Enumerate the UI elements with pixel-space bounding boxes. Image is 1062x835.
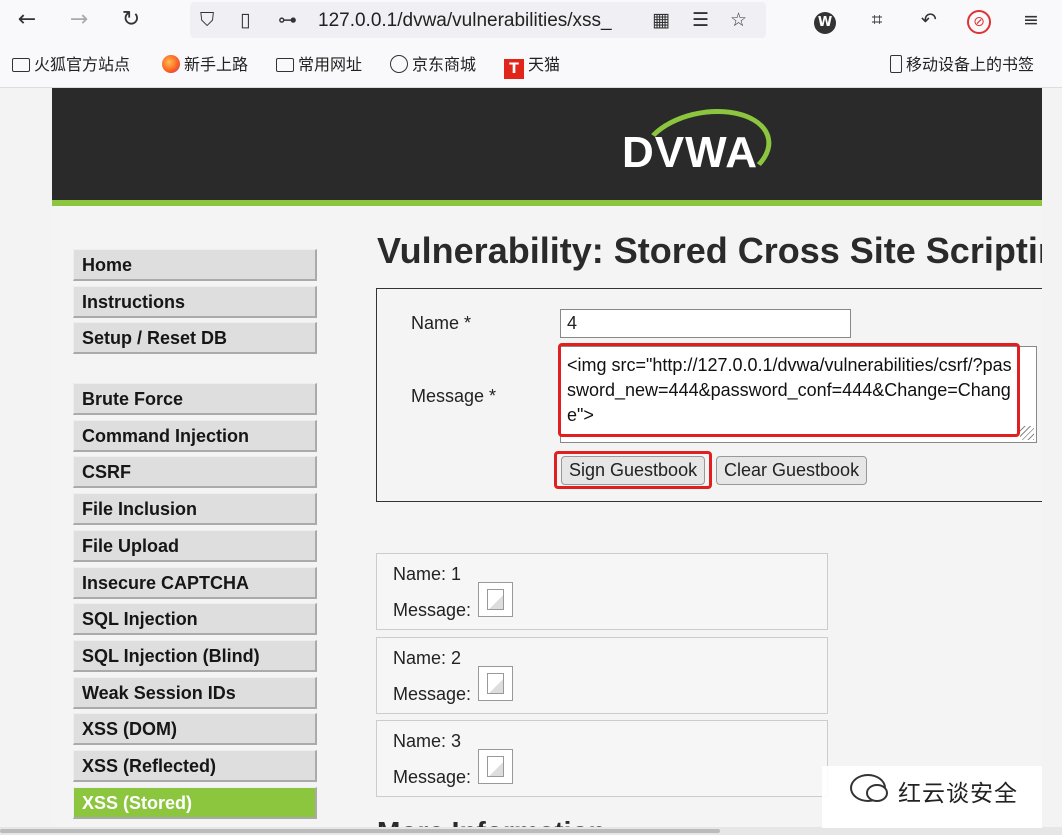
guestbook-entry: Name: 3 Message: (376, 720, 828, 797)
watermark: 红云谈安全 (822, 766, 1042, 828)
menu-item-file-upload[interactable]: File Upload (73, 529, 317, 562)
entry-message: Message: (393, 600, 472, 620)
name-label: Name * (411, 313, 472, 333)
bookmark-tmall[interactable]: T 天猫 (504, 54, 560, 79)
menu-item-xss-dom[interactable]: XSS (DOM) (73, 713, 317, 746)
menu-item-sql-injection-blind[interactable]: SQL Injection (Blind) (73, 639, 317, 672)
menu-item-weak-session-ids[interactable]: Weak Session IDs (73, 676, 317, 709)
entry-message: Message: (393, 767, 472, 787)
dvwa-header: DVWA (52, 88, 1042, 206)
bookmark-common-sites[interactable]: 常用网址 (276, 54, 362, 76)
menu-item-home[interactable]: Home (73, 249, 317, 281)
bookmark-getting-started[interactable]: 新手上路 (162, 54, 248, 76)
menu-item-csrf[interactable]: CSRF (73, 456, 317, 489)
highlight-box-button (554, 451, 712, 489)
tmall-icon: T (504, 59, 524, 79)
menu-item-command-injection[interactable]: Command Injection (73, 419, 317, 452)
menu-group-general: Home Instructions Setup / Reset DB (73, 249, 317, 355)
extension-w-icon[interactable]: W (810, 6, 840, 36)
dvwa-logo: DVWA (618, 99, 778, 201)
horizontal-scrollbar[interactable] (0, 827, 1062, 835)
scroll-thumb[interactable] (0, 829, 720, 833)
broken-image-icon (478, 582, 513, 617)
broken-image-icon (478, 749, 513, 784)
forward-icon[interactable]: → (64, 6, 94, 36)
folder-icon (12, 58, 30, 72)
page-title: Vulnerability: Stored Cross Site Scripti… (377, 230, 1042, 271)
phone-icon (890, 55, 902, 73)
resize-handle[interactable] (1020, 426, 1034, 440)
menu-item-insecure-captcha[interactable]: Insecure CAPTCHA (73, 566, 317, 599)
menu-icon[interactable]: ≡ (1016, 6, 1046, 36)
reload-icon[interactable]: ↻ (116, 6, 146, 36)
guestbook-entry: Name: 1 Message: (376, 553, 828, 630)
highlight-box-message (558, 343, 1020, 437)
guestbook-entry: Name: 2 Message: (376, 637, 828, 714)
browser-toolbar: ← → ↻ ⛉ ▯ ⊶ 127.0.0.1/dvwa/vulnerabiliti… (0, 0, 1062, 42)
menu-item-sql-injection[interactable]: SQL Injection (73, 603, 317, 636)
firefox-icon (162, 55, 180, 73)
undo-icon[interactable]: ↶ (914, 6, 944, 36)
menu-item-instructions[interactable]: Instructions (73, 285, 317, 318)
name-input[interactable]: 4 (560, 309, 851, 338)
clear-guestbook-button[interactable]: Clear Guestbook (716, 456, 868, 485)
menu-group-vulnerabilities: Brute Force Command Injection CSRF File … (73, 383, 317, 819)
key-icon[interactable]: ⊶ (278, 6, 297, 34)
shield-icon[interactable]: ⛉ (200, 6, 214, 34)
menu-item-brute-force[interactable]: Brute Force (73, 383, 317, 416)
menu-item-file-inclusion[interactable]: File Inclusion (73, 493, 317, 526)
url-text[interactable]: 127.0.0.1/dvwa/vulnerabilities/xss_ (318, 8, 636, 34)
broken-image-icon (478, 666, 513, 701)
watermark-text: 红云谈安全 (898, 781, 1018, 807)
entry-message: Message: (393, 684, 472, 704)
folder-icon (276, 58, 294, 72)
menu-item-xss-stored[interactable]: XSS (Stored) (73, 786, 317, 819)
main-menu: Home Instructions Setup / Reset DB Brute… (73, 249, 317, 823)
crop-icon[interactable]: ⌗ (862, 6, 892, 36)
bookmark-jd[interactable]: 京东商城 (390, 54, 476, 76)
bookmark-star-icon[interactable]: ☆ (730, 6, 747, 34)
bookmark-firefox-site[interactable]: 火狐官方站点 (12, 54, 130, 76)
menu-item-setup[interactable]: Setup / Reset DB (73, 322, 317, 355)
vertical-scroll-area (1042, 88, 1062, 835)
guestbook-form: Name * 4 Message * <img src="http://127.… (376, 288, 1042, 502)
address-bar[interactable]: ⛉ ▯ ⊶ 127.0.0.1/dvwa/vulnerabilities/xss… (190, 2, 766, 38)
reader-view-icon[interactable]: ☰ (692, 6, 709, 34)
menu-item-xss-reflected[interactable]: XSS (Reflected) (73, 749, 317, 782)
adblock-icon[interactable]: ⊘ (964, 6, 994, 36)
page-icon[interactable]: ▯ (240, 6, 250, 34)
bookmarks-bar: 火狐官方站点 新手上路 常用网址 京东商城 T 天猫 移动设备上的书签 (0, 42, 1062, 88)
message-label: Message * (411, 386, 497, 406)
back-icon[interactable]: ← (12, 6, 42, 36)
qr-code-icon[interactable]: ▦ (652, 6, 670, 34)
mobile-bookmarks[interactable]: 移动设备上的书签 (890, 54, 1034, 76)
entry-name: Name: 2 (393, 648, 462, 668)
dvwa-page: DVWA Home Instructions Setup / Reset DB … (52, 88, 1042, 835)
entry-name: Name: 1 (393, 564, 462, 584)
globe-icon (390, 55, 408, 73)
entry-name: Name: 3 (393, 731, 462, 751)
